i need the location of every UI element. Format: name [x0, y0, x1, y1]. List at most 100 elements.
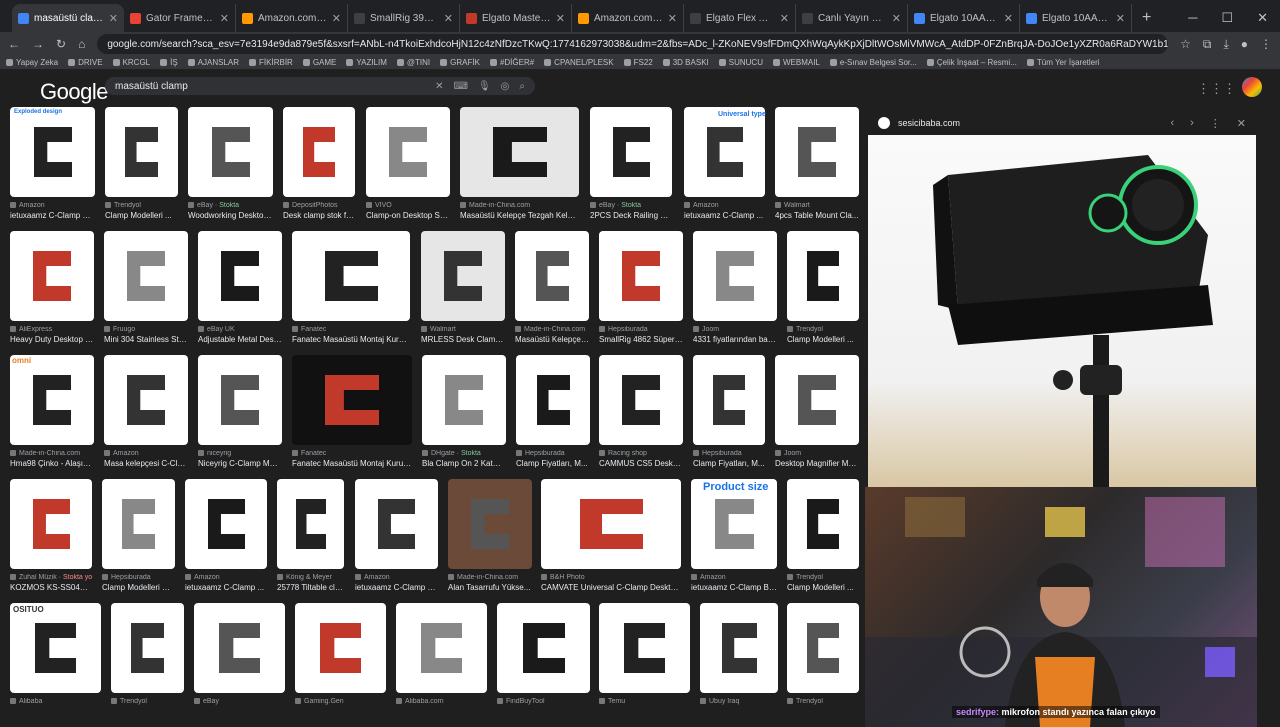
lens-icon[interactable]: ◎ — [501, 81, 510, 92]
result-source[interactable]: Hepsiburada — [599, 326, 683, 333]
image-result-thumbnail[interactable] — [188, 107, 273, 197]
result-source[interactable]: Joom — [775, 450, 859, 457]
image-result-thumbnail[interactable] — [599, 355, 683, 445]
result-source[interactable]: König & Meyer — [277, 574, 344, 581]
image-result-thumbnail[interactable] — [104, 231, 188, 321]
result-source[interactable]: DHgate · Stokta — [422, 450, 506, 457]
image-result-thumbnail[interactable] — [194, 603, 285, 693]
image-result-thumbnail[interactable] — [292, 231, 410, 321]
bookmark-item[interactable]: YAZILIM — [346, 58, 387, 67]
new-tab-icon[interactable]: + — [1132, 9, 1161, 27]
result-title[interactable]: Masaüstü Kelepçe ... — [515, 335, 589, 344]
result-title[interactable]: Fanatec Masaüstü Montaj Kurulu... — [292, 459, 412, 468]
result-source[interactable]: Amazon — [355, 574, 438, 581]
bookmark-item[interactable]: #DİĞER# — [489, 58, 534, 67]
address-bar[interactable]: google.com/search?sca_esv=7e3194e9da879e… — [97, 34, 1169, 54]
image-result-thumbnail[interactable] — [10, 355, 94, 445]
result-source[interactable]: Walmart — [775, 202, 859, 209]
image-result-thumbnail[interactable] — [10, 603, 101, 693]
result-source[interactable]: Hepsiburada — [693, 450, 765, 457]
search-box[interactable]: masaüstü clamp ✕ ⌨ 🎙 ◎ ⌕ — [105, 77, 535, 95]
result-title[interactable]: Clamp Modelleri ... — [105, 211, 178, 220]
result-source[interactable]: Fruugo — [104, 326, 188, 333]
bookmark-item[interactable]: @TINI — [396, 58, 430, 67]
bookmark-item[interactable]: Çelik İnşaat – Resmi... — [926, 58, 1017, 67]
image-result-thumbnail[interactable] — [775, 355, 859, 445]
bookmark-item[interactable]: FİKİRBİR — [249, 58, 293, 67]
image-result-thumbnail[interactable] — [460, 107, 579, 197]
bookmark-item[interactable]: WEBMAIL — [772, 58, 820, 67]
image-result-thumbnail[interactable] — [104, 355, 188, 445]
google-logo[interactable]: Google — [40, 79, 108, 105]
result-source[interactable]: Amazon — [185, 574, 267, 581]
bookmark-item[interactable]: Tüm Yer İşaretleri — [1026, 58, 1100, 67]
image-result-thumbnail[interactable] — [111, 603, 184, 693]
result-title[interactable]: Adjustable Metal Desk... — [198, 335, 282, 344]
image-result-thumbnail[interactable] — [684, 107, 765, 197]
keyboard-icon[interactable]: ⌨ — [454, 81, 468, 92]
tab[interactable]: Amazon.com: SMALLRIG Cam ✕ — [236, 4, 348, 32]
image-result-thumbnail[interactable] — [693, 355, 765, 445]
tab[interactable]: Elgato 10AAG9901 Multi Mo ✕ — [1020, 4, 1132, 32]
image-result-thumbnail[interactable] — [541, 479, 681, 569]
result-source[interactable]: Trendyol — [787, 574, 859, 581]
result-title[interactable]: Desk clamp stok fo... — [283, 211, 355, 220]
maximize-icon[interactable]: ☐ — [1221, 10, 1233, 26]
bookmark-item[interactable]: 3D BASKI — [662, 58, 709, 67]
result-source[interactable]: Made-in-China.com — [10, 450, 94, 457]
result-source[interactable]: Made-in-China.com — [515, 326, 589, 333]
bookmark-item[interactable]: GRAFİK — [440, 58, 480, 67]
bookmark-item[interactable]: AJANSLAR — [187, 58, 239, 67]
result-source[interactable]: Trendyol — [111, 698, 184, 705]
image-result-thumbnail[interactable] — [396, 603, 487, 693]
image-result-thumbnail[interactable] — [497, 603, 590, 693]
result-source[interactable]: eBay UK — [198, 326, 282, 333]
tab[interactable]: Gator Frameworks Framewo ✕ — [124, 4, 236, 32]
preview-image[interactable] — [868, 135, 1256, 487]
tab-close-icon[interactable]: ✕ — [556, 12, 565, 25]
result-title[interactable]: SmallRig 4862 Süper C... — [599, 335, 683, 344]
result-source[interactable]: DepositPhotos — [283, 202, 355, 209]
image-result-thumbnail[interactable] — [599, 603, 690, 693]
result-title[interactable]: ietuxaamz C-Clamp Ba... — [691, 583, 777, 592]
tab-close-icon[interactable]: ✕ — [1116, 12, 1125, 25]
tab[interactable]: masaüstü clamp - Google'da ✕ — [12, 4, 124, 32]
image-result-thumbnail[interactable] — [198, 355, 282, 445]
back-icon[interactable]: ← — [8, 37, 20, 51]
download-icon[interactable]: ⤓ — [1223, 37, 1228, 52]
image-result-thumbnail[interactable] — [515, 231, 589, 321]
result-source[interactable]: Joom — [693, 326, 777, 333]
result-title[interactable]: Clamp Fiyatları, M... — [693, 459, 765, 468]
image-result-thumbnail[interactable] — [355, 479, 438, 569]
result-source[interactable]: Made-in-China.com — [460, 202, 579, 209]
result-title[interactable]: 25778 Tiltable cla... — [277, 583, 344, 592]
bookmark-item[interactable]: e-Sınav Belgesi Sor... — [829, 58, 917, 67]
tab[interactable]: Elgato Master Mount L Çok ✕ — [460, 4, 572, 32]
image-result-thumbnail[interactable] — [185, 479, 267, 569]
close-window-icon[interactable]: ✕ — [1257, 10, 1268, 26]
result-source[interactable]: Amazon — [691, 574, 777, 581]
result-source[interactable]: Hepsiburada — [102, 574, 175, 581]
image-result-thumbnail[interactable] — [102, 479, 175, 569]
image-result-thumbnail[interactable] — [283, 107, 355, 197]
result-title[interactable]: Heavy Duty Desktop C... — [10, 335, 94, 344]
tab-close-icon[interactable]: ✕ — [109, 12, 118, 25]
image-result-thumbnail[interactable] — [775, 107, 859, 197]
search-icon[interactable]: ⌕ — [519, 81, 525, 92]
bookmark-item[interactable]: FS22 — [623, 58, 653, 67]
reload-icon[interactable]: ↻ — [56, 37, 66, 51]
result-source[interactable]: Alibaba — [10, 698, 101, 705]
result-title[interactable]: 4pcs Table Mount Cla... — [775, 211, 859, 220]
image-result-thumbnail[interactable] — [599, 231, 683, 321]
result-source[interactable]: Amazon — [10, 202, 95, 209]
apps-grid-icon[interactable]: ⋮⋮⋮ — [1197, 81, 1236, 97]
result-title[interactable]: ietuxaamz C-Clamp B... — [355, 583, 438, 592]
bookmark-item[interactable]: İŞ — [160, 58, 178, 67]
bookmark-item[interactable]: DRIVE — [68, 58, 103, 67]
search-input[interactable]: masaüstü clamp — [115, 81, 425, 92]
mic-icon[interactable]: 🎙 — [478, 81, 491, 92]
bookmark-item[interactable]: SUNUCU — [718, 58, 763, 67]
menu-icon[interactable]: ⋮ — [1260, 37, 1272, 51]
tab-close-icon[interactable]: ✕ — [780, 12, 789, 25]
result-title[interactable]: ietuxaamz C-Clamp Ba... — [10, 211, 95, 220]
